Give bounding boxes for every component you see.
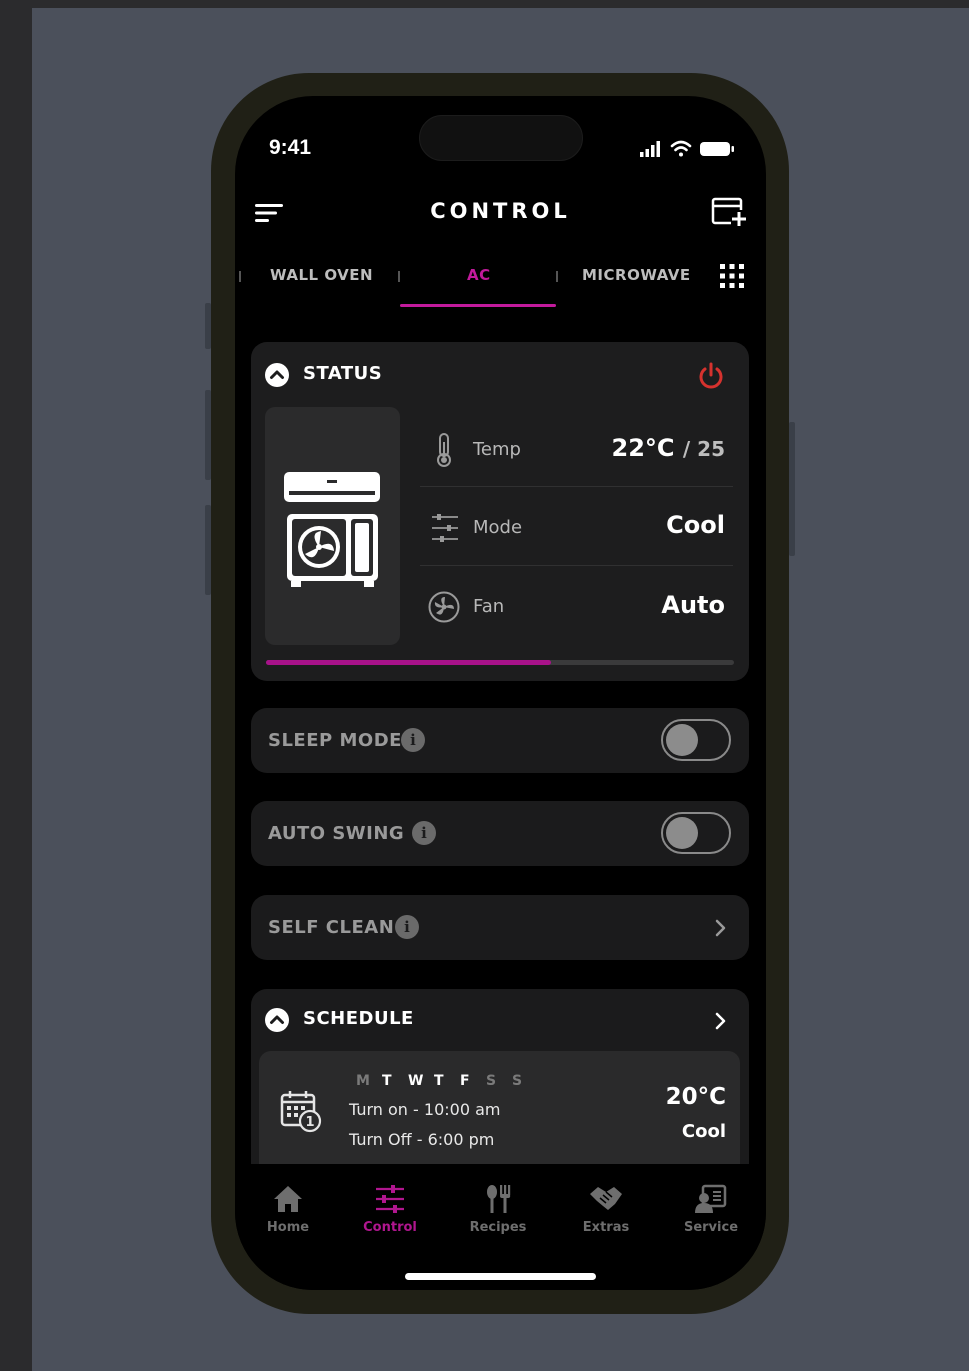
schedule-mode: Cool — [681, 1121, 726, 1142]
service-icon — [695, 1184, 727, 1213]
schedule-days: MTWTFSS — [356, 1070, 538, 1089]
phone-mute-button — [205, 303, 211, 349]
divider — [420, 565, 733, 566]
fan-label: Fan — [473, 596, 505, 617]
phone-power-button — [789, 422, 795, 556]
mode-value: Cool — [666, 511, 725, 539]
nav-service[interactable]: Service — [666, 1184, 756, 1235]
active-tab-indicator — [400, 304, 556, 307]
sleep-mode-label: SLEEP MODE — [268, 730, 402, 751]
battery-icon — [700, 142, 734, 156]
nav-control[interactable]: Control — [345, 1184, 435, 1235]
day-mon: M — [356, 1073, 370, 1089]
fan-value: Auto — [661, 591, 725, 619]
all-appliances-grid-icon[interactable] — [719, 263, 745, 289]
tab-microwave[interactable]: MICROWAVE — [582, 266, 691, 284]
auto-swing-row: AUTO SWING i — [251, 801, 749, 866]
recipes-icon — [487, 1185, 511, 1213]
status-progress-bar — [266, 660, 734, 665]
temp-label: Temp — [473, 439, 521, 460]
day-tue: T — [382, 1073, 392, 1089]
nav-home[interactable]: Home — [243, 1184, 333, 1235]
control-icon — [376, 1185, 404, 1213]
nav-recipes[interactable]: Recipes — [453, 1184, 543, 1235]
tab-separator — [556, 271, 558, 282]
auto-swing-toggle[interactable] — [661, 812, 731, 854]
thermometer-icon — [437, 433, 451, 467]
status-section-title: STATUS — [303, 363, 383, 384]
signal-icon — [640, 141, 660, 157]
self-clean-row[interactable]: SELF CLEAN i — [251, 895, 749, 960]
dynamic-island — [419, 115, 583, 161]
nav-control-label: Control — [363, 1220, 417, 1235]
auto-swing-label: AUTO SWING — [268, 823, 405, 844]
tab-ac[interactable]: AC — [467, 266, 491, 284]
day-wed: W — [408, 1073, 424, 1089]
add-appliance-icon[interactable] — [711, 196, 747, 228]
nav-service-label: Service — [683, 1220, 739, 1235]
nav-extras[interactable]: Extras — [561, 1184, 651, 1235]
schedule-temp: 20°C — [665, 1084, 726, 1110]
fan-icon — [428, 591, 460, 623]
day-sun: S — [512, 1073, 523, 1089]
sliders-icon — [432, 514, 458, 542]
collapse-status-chevron-icon[interactable] — [265, 363, 289, 387]
self-clean-label: SELF CLEAN — [268, 917, 395, 938]
day-thu: T — [434, 1073, 444, 1089]
sleep-mode-info-icon[interactable]: i — [401, 728, 425, 752]
temp-value: 22°C / 25 — [595, 434, 725, 462]
self-clean-info-icon[interactable]: i — [395, 915, 419, 939]
tab-wall-oven[interactable]: WALL OVEN — [270, 266, 373, 284]
day-sat: S — [486, 1073, 497, 1089]
schedule-turn-off: Turn Off - 6:00 pm — [349, 1130, 495, 1149]
sleep-mode-toggle[interactable] — [661, 719, 731, 761]
schedule-chevron-right-icon[interactable] — [714, 1012, 728, 1030]
day-fri: F — [460, 1073, 470, 1089]
svg-text:1: 1 — [305, 1115, 314, 1130]
mode-label: Mode — [473, 517, 523, 538]
chevron-right-icon — [715, 919, 726, 937]
phone-screen: 9:41 CONTROL WALL OVEN AC MICROWAVE STAT… — [235, 96, 766, 1290]
wifi-icon — [670, 140, 692, 157]
extras-icon — [590, 1187, 622, 1210]
toggle-knob — [666, 724, 698, 756]
target-temp: / 25 — [682, 437, 725, 461]
toggle-knob — [666, 817, 698, 849]
schedule-turn-on: Turn on - 10:00 am — [349, 1100, 501, 1119]
ac-unit-image — [265, 407, 400, 645]
nav-home-label: Home — [266, 1220, 310, 1235]
home-indicator — [405, 1273, 596, 1280]
schedule-section-title: SCHEDULE — [303, 1008, 414, 1029]
phone-volume-down-button — [205, 505, 211, 595]
power-icon[interactable] — [695, 360, 727, 392]
air-conditioner-icon — [284, 472, 380, 587]
status-bar-icons — [640, 140, 734, 157]
nav-recipes-label: Recipes — [469, 1220, 527, 1235]
phone-volume-up-button — [205, 390, 211, 480]
current-temp: 22°C — [611, 434, 675, 462]
calendar-icon: 1 — [280, 1091, 322, 1133]
sleep-mode-row: SLEEP MODE i — [251, 708, 749, 773]
page-title: CONTROL — [430, 199, 571, 223]
status-progress-fill — [266, 660, 552, 665]
nav-extras-label: Extras — [582, 1220, 630, 1235]
status-bar-time: 9:41 — [269, 136, 312, 159]
auto-swing-info-icon[interactable]: i — [412, 821, 436, 845]
home-icon — [274, 1186, 302, 1212]
tab-separator — [239, 271, 241, 282]
divider — [420, 486, 733, 487]
tab-separator — [398, 271, 400, 282]
collapse-schedule-chevron-icon[interactable] — [265, 1008, 289, 1032]
